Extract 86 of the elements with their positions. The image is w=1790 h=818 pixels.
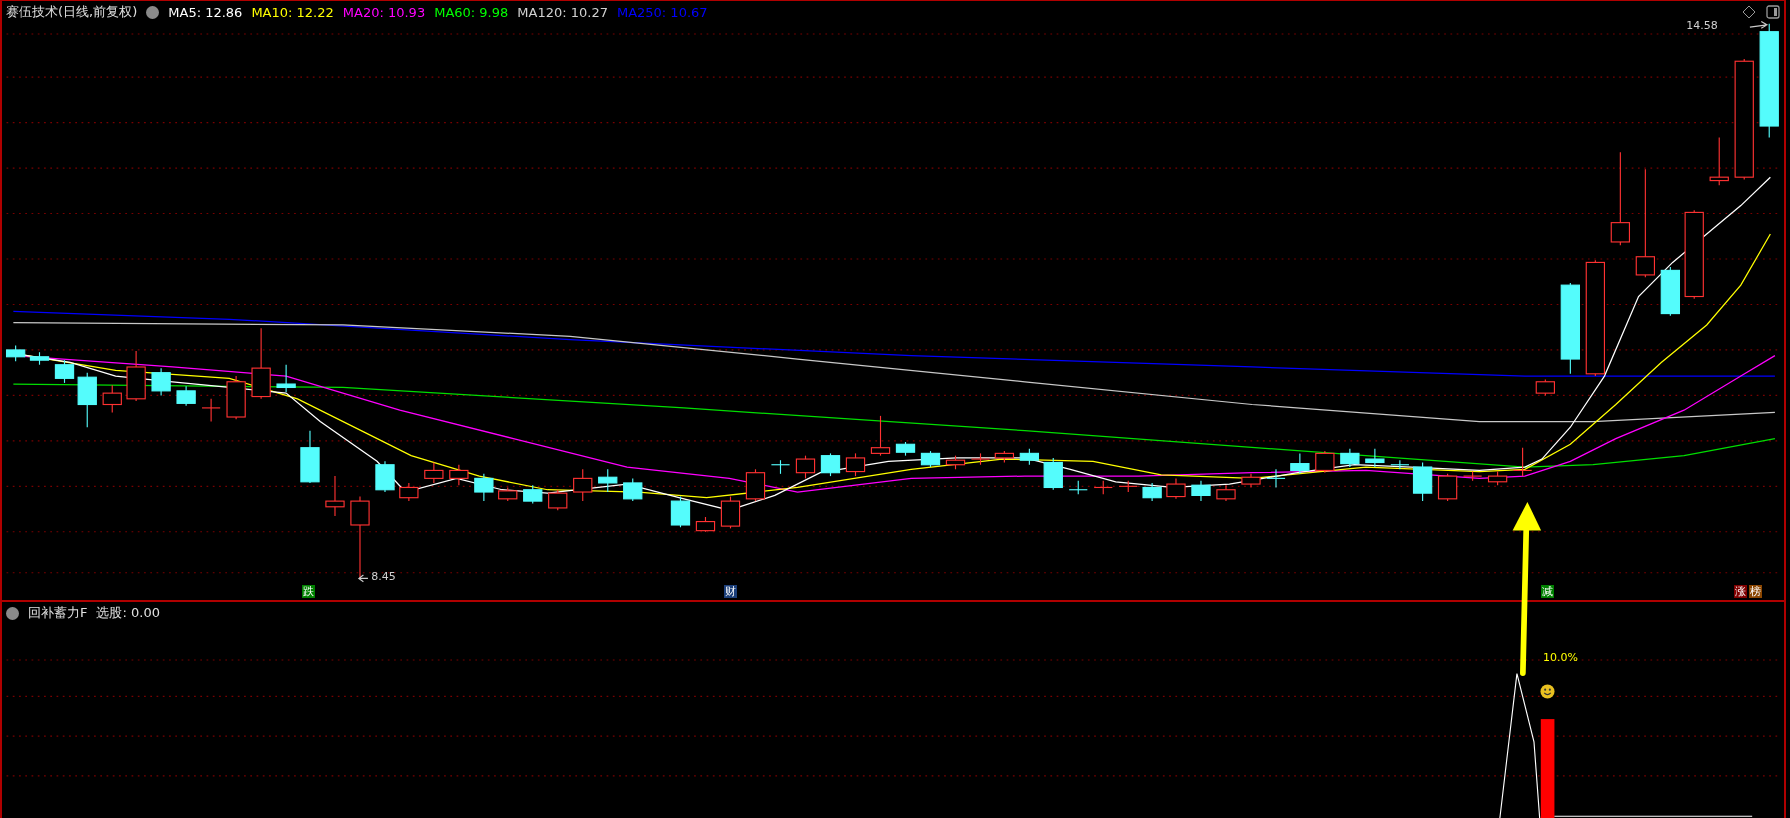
candlestick	[176, 385, 196, 407]
signal-tag: 减	[1540, 585, 1554, 599]
candlestick	[670, 496, 691, 528]
candlestick	[1166, 477, 1186, 500]
candlestick	[1315, 450, 1335, 474]
candlestick	[29, 351, 50, 366]
candlestick	[226, 375, 246, 420]
candlestick	[276, 364, 296, 393]
candlestick	[151, 367, 171, 396]
candlestick	[399, 482, 419, 502]
candlestick	[1660, 266, 1680, 317]
candlestick	[424, 461, 444, 484]
candlestick	[1191, 480, 1211, 502]
candlestick	[77, 372, 97, 428]
signal-tag: 跌	[302, 585, 315, 599]
candlestick	[1412, 461, 1433, 502]
candlestick	[1290, 452, 1310, 475]
candlestick	[745, 468, 766, 502]
indicator-value: MA20: 10.93	[342, 4, 426, 20]
candlestick	[523, 484, 543, 504]
indicator-value: 选股: 0.00	[96, 604, 160, 622]
candlestick	[895, 441, 916, 457]
candlestick	[498, 486, 518, 502]
candlestick	[1068, 480, 1088, 495]
candlestick	[201, 398, 221, 423]
candlestick	[1437, 473, 1458, 502]
dropdown-icon[interactable]	[146, 5, 160, 19]
smiley-icon	[1539, 683, 1555, 699]
low-pointer-icon	[357, 574, 369, 583]
candlestick	[102, 384, 122, 414]
high-pointer-icon	[1749, 20, 1769, 29]
dropdown-icon[interactable]	[6, 606, 19, 620]
candlestick	[1118, 480, 1138, 493]
candlestick	[1462, 471, 1483, 482]
percent-label: 10.0%	[1543, 650, 1578, 664]
indicator-value: MA250: 10.67	[616, 4, 708, 20]
candlestick	[1340, 448, 1360, 468]
candlestick	[548, 489, 568, 511]
indicator-title: 回补蓄力F	[28, 604, 88, 622]
candlestick	[1709, 136, 1729, 186]
indicator-value: MA10: 12.22	[251, 4, 334, 20]
candlestick	[474, 473, 494, 502]
indicator-value: MA60: 9.98	[434, 4, 509, 20]
candlestick	[1266, 468, 1286, 489]
signal-tag: 涨	[1734, 585, 1747, 599]
candlestick	[1512, 447, 1533, 477]
price-label: 8.45	[371, 570, 396, 584]
candlestick	[598, 468, 618, 493]
candlestick	[54, 359, 75, 384]
candlestick	[573, 468, 593, 502]
candlestick	[720, 496, 741, 529]
candlestick	[870, 415, 891, 457]
candlestick	[1535, 378, 1555, 396]
candlestick	[770, 459, 791, 475]
candlestick	[795, 455, 816, 479]
candlestick	[1093, 480, 1113, 495]
candlestick	[5, 344, 26, 362]
chart-title: 赛伍技术(日线,前复权)	[6, 3, 138, 21]
candlestick	[845, 452, 866, 477]
diamond-icon[interactable]	[1742, 5, 1756, 19]
candlestick	[695, 516, 716, 533]
candlestick	[375, 460, 395, 493]
candlestick	[126, 350, 146, 402]
candlestick	[994, 450, 1015, 464]
candlestick	[325, 475, 345, 517]
price-label: 14.58	[1686, 19, 1718, 33]
candlestick	[920, 450, 941, 468]
candlestick	[820, 452, 841, 477]
indicator-value: MA120: 10.27	[517, 4, 608, 20]
candlestick	[945, 455, 966, 470]
candlestick	[1241, 473, 1261, 489]
candlestick	[623, 477, 643, 502]
candlestick	[1365, 448, 1385, 468]
candlestick	[300, 430, 320, 484]
indicator-value: MA5: 12.86	[168, 4, 243, 20]
candlestick	[1043, 457, 1063, 491]
signal-tag: 财	[723, 585, 737, 599]
candlestick	[1216, 484, 1236, 502]
candlestick	[1390, 459, 1410, 470]
candlestick	[1019, 448, 1040, 466]
candlestick	[970, 452, 991, 466]
signal-tag: 榜	[1748, 585, 1762, 599]
candlestick	[449, 464, 469, 486]
candlestick	[1142, 482, 1162, 502]
candlestick	[1487, 471, 1508, 486]
panel-toggle-icon[interactable]	[1766, 5, 1780, 19]
